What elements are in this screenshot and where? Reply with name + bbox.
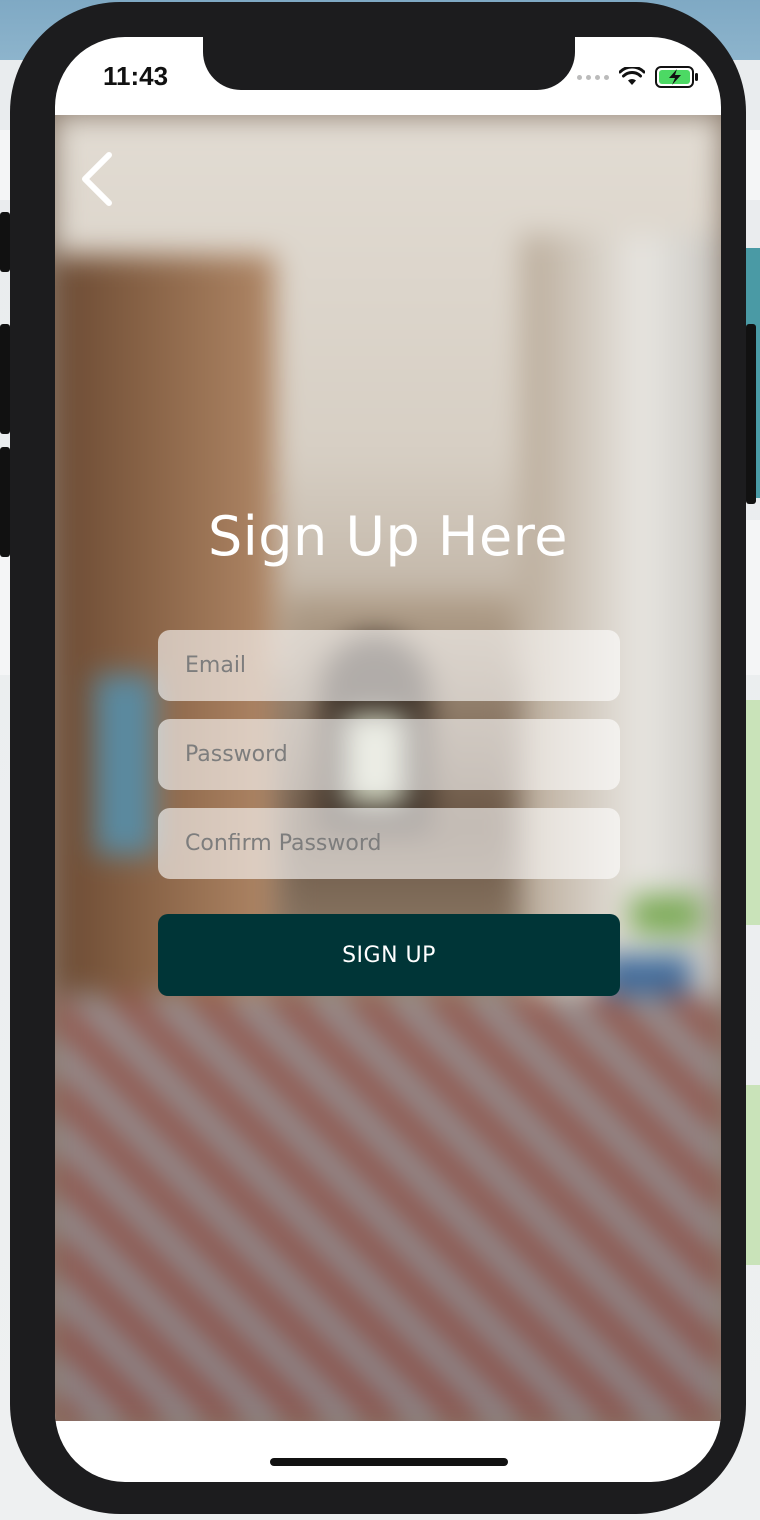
back-button[interactable] [77, 149, 117, 209]
power-button [746, 324, 756, 504]
home-indicator[interactable] [270, 1458, 508, 1466]
email-field[interactable] [158, 630, 620, 701]
app-screen: 11:43 Sign Up Here Email SIGN UP [55, 37, 721, 1482]
status-time: 11:43 [103, 61, 169, 91]
page-title: Sign Up Here [208, 505, 568, 568]
confirm-password-field[interactable] [158, 808, 620, 879]
chevron-left-icon [82, 152, 112, 206]
volume-down-button [0, 447, 10, 557]
battery-charging-icon [655, 66, 698, 88]
volume-up-button [0, 324, 10, 434]
password-field[interactable] [158, 719, 620, 790]
sign-up-button[interactable]: SIGN UP [158, 914, 620, 996]
notch [203, 37, 575, 90]
status-icons [577, 65, 699, 89]
signal-dots-icon [577, 74, 609, 80]
phone-frame: 11:43 Sign Up Here Email SIGN UP [0, 2, 756, 1514]
mute-switch [0, 212, 10, 272]
wifi-icon [619, 67, 645, 85]
